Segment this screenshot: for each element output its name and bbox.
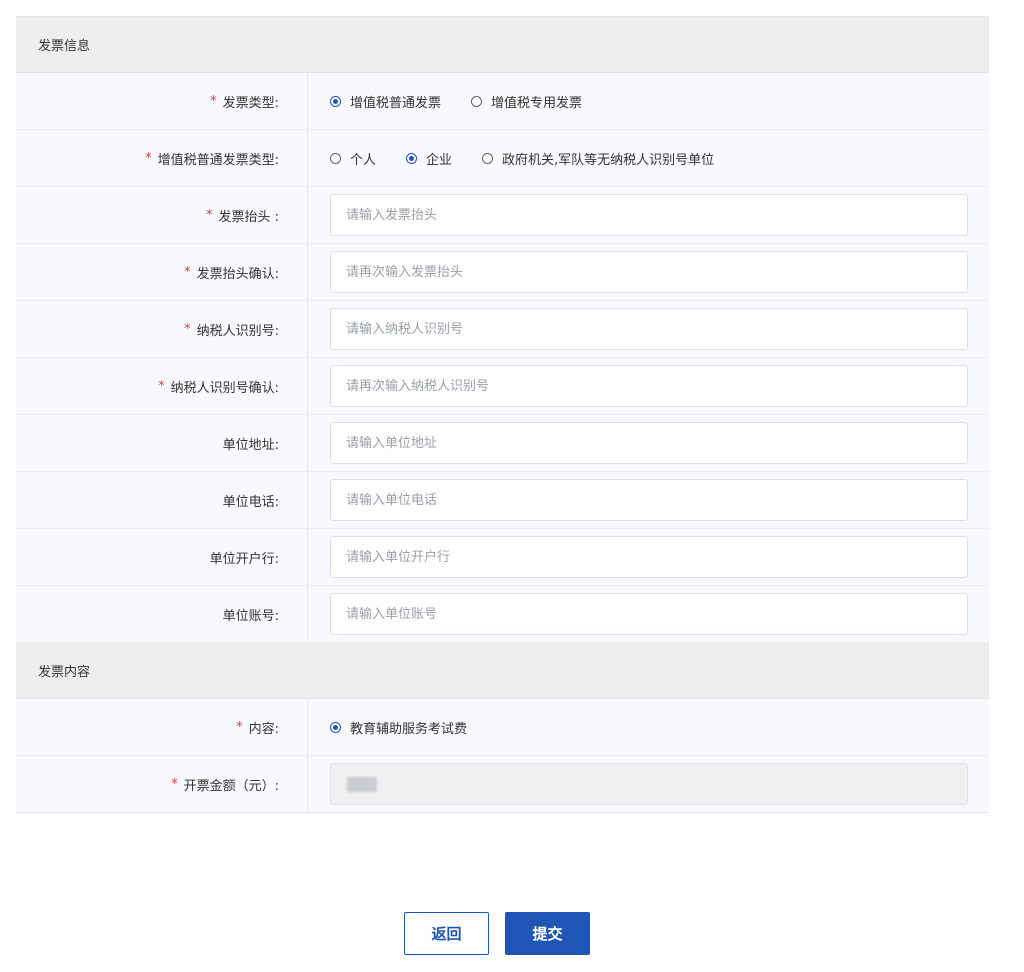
vat-normal-type-radio-group: 个人 企业 政府机关,军队等无纳税人识别号单位 <box>330 149 744 168</box>
field-value-cell <box>308 187 989 243</box>
field-value-cell <box>308 529 989 585</box>
section-header-invoice-content: 发票内容 <box>16 643 989 699</box>
field-label-cell: 单位地址: <box>16 415 308 471</box>
field-label: 纳税人识别号确认: <box>170 380 279 396</box>
required-mark: * <box>171 776 178 792</box>
amount-field-disabled <box>330 763 968 805</box>
form-row-content: * 内容: 教育辅助服务考试费 <box>16 699 989 756</box>
required-mark: * <box>210 93 217 109</box>
radio-vat-normal[interactable]: 增值税普通发票 <box>330 92 441 111</box>
field-label: 单位电话: <box>222 494 279 510</box>
form-row-vat-normal-type: * 增值税普通发票类型: 个人 企业 政府机关,军队等无纳税人识别号单位 <box>16 130 989 187</box>
radio-unchecked-icon[interactable] <box>482 152 494 164</box>
field-value-cell <box>308 472 989 528</box>
field-value-cell <box>308 756 989 812</box>
field-label: 增值税普通发票类型: <box>157 152 279 168</box>
field-label: 内容: <box>248 721 279 737</box>
required-mark: * <box>236 719 243 735</box>
radio-unchecked-icon[interactable] <box>471 95 483 107</box>
form-row-company-bank: 单位开户行: <box>16 529 989 586</box>
radio-checked-icon[interactable] <box>330 721 341 733</box>
field-value-cell <box>308 301 989 357</box>
form-row-taxpayer-id-confirm: * 纳税人识别号确认: <box>16 358 989 415</box>
section-header-invoice-info: 发票信息 <box>16 17 989 73</box>
field-value-cell <box>308 415 989 471</box>
company-phone-input[interactable] <box>330 479 968 521</box>
form-row-invoice-title-confirm: * 发票抬头确认: <box>16 244 989 301</box>
field-label: 发票类型: <box>222 95 279 111</box>
field-label-cell: * 纳税人识别号: <box>16 301 308 357</box>
field-label-cell: * 增值税普通发票类型: <box>16 130 308 186</box>
required-mark: * <box>184 321 191 337</box>
invoice-title-input[interactable] <box>330 194 968 236</box>
field-label-cell: * 发票抬头确认: <box>16 244 308 300</box>
radio-label: 个人 <box>350 152 377 168</box>
radio-government[interactable]: 政府机关,军队等无纳税人识别号单位 <box>482 149 714 168</box>
field-label-cell: * 内容: <box>16 699 308 755</box>
radio-exam-fee[interactable]: 教育辅助服务考试费 <box>330 718 467 737</box>
required-mark: * <box>184 264 191 280</box>
radio-checked-icon[interactable] <box>406 152 418 164</box>
redacted-amount <box>347 777 377 792</box>
field-label-cell: * 开票金额（元）: <box>16 756 308 812</box>
invoice-title-confirm-input[interactable] <box>330 251 968 293</box>
form-row-company-account: 单位账号: <box>16 586 989 643</box>
taxpayer-id-confirm-input[interactable] <box>330 365 968 407</box>
field-label: 单位账号: <box>222 608 279 624</box>
company-account-input[interactable] <box>330 593 968 635</box>
radio-vat-special[interactable]: 增值税专用发票 <box>471 92 582 111</box>
invoice-form: 发票信息 * 发票类型: 增值税普通发票 增值税专用发票 * 增值税普通发票类型… <box>16 16 989 813</box>
section-title: 发票内容 <box>38 665 91 680</box>
taxpayer-id-input[interactable] <box>330 308 968 350</box>
field-label-cell: * 发票类型: <box>16 73 308 129</box>
form-row-invoice-type: * 发票类型: 增值税普通发票 增值税专用发票 <box>16 73 989 130</box>
field-label-cell: 单位账号: <box>16 586 308 642</box>
company-address-input[interactable] <box>330 422 968 464</box>
field-label: 纳税人识别号: <box>196 323 279 339</box>
field-label: 开票金额（元）: <box>183 778 279 794</box>
field-label-cell: 单位开户行: <box>16 529 308 585</box>
radio-individual[interactable]: 个人 <box>330 149 376 168</box>
radio-enterprise[interactable]: 企业 <box>406 149 452 168</box>
radio-label: 增值税专用发票 <box>491 95 583 111</box>
field-label: 发票抬头 : <box>218 209 279 225</box>
field-label-cell: * 纳税人识别号确认: <box>16 358 308 414</box>
radio-unchecked-icon[interactable] <box>330 152 341 164</box>
field-value-cell <box>308 244 989 300</box>
form-row-taxpayer-id: * 纳税人识别号: <box>16 301 989 358</box>
field-value-cell: 增值税普通发票 增值税专用发票 <box>308 73 989 129</box>
form-row-invoice-title: * 发票抬头 : <box>16 187 989 244</box>
radio-checked-icon[interactable] <box>330 95 341 107</box>
radio-label: 企业 <box>426 152 453 168</box>
required-mark: * <box>158 378 165 394</box>
section-title: 发票信息 <box>38 39 91 54</box>
field-value-cell: 个人 企业 政府机关,军队等无纳税人识别号单位 <box>308 130 989 186</box>
required-mark: * <box>205 207 213 223</box>
field-label: 单位地址: <box>222 437 279 453</box>
invoice-type-radio-group: 增值税普通发票 增值税专用发票 <box>330 92 612 111</box>
radio-label: 教育辅助服务考试费 <box>350 721 468 737</box>
form-row-company-phone: 单位电话: <box>16 472 989 529</box>
field-label: 单位开户行: <box>209 551 279 567</box>
back-button[interactable]: 返回 <box>404 912 489 955</box>
form-row-company-address: 单位地址: <box>16 415 989 472</box>
field-value-cell: 教育辅助服务考试费 <box>308 699 989 755</box>
field-value-cell <box>308 586 989 642</box>
field-value-cell <box>308 358 989 414</box>
field-label: 发票抬头确认: <box>196 266 279 282</box>
radio-label: 增值税普通发票 <box>350 95 442 111</box>
submit-button[interactable]: 提交 <box>505 912 590 955</box>
form-row-amount: * 开票金额（元）: <box>16 756 989 813</box>
field-label-cell: 单位电话: <box>16 472 308 528</box>
radio-label: 政府机关,军队等无纳税人识别号单位 <box>502 152 715 168</box>
content-radio-group: 教育辅助服务考试费 <box>330 718 497 737</box>
field-label-cell: * 发票抬头 : <box>16 187 308 243</box>
required-mark: * <box>145 150 152 166</box>
company-bank-input[interactable] <box>330 536 968 578</box>
